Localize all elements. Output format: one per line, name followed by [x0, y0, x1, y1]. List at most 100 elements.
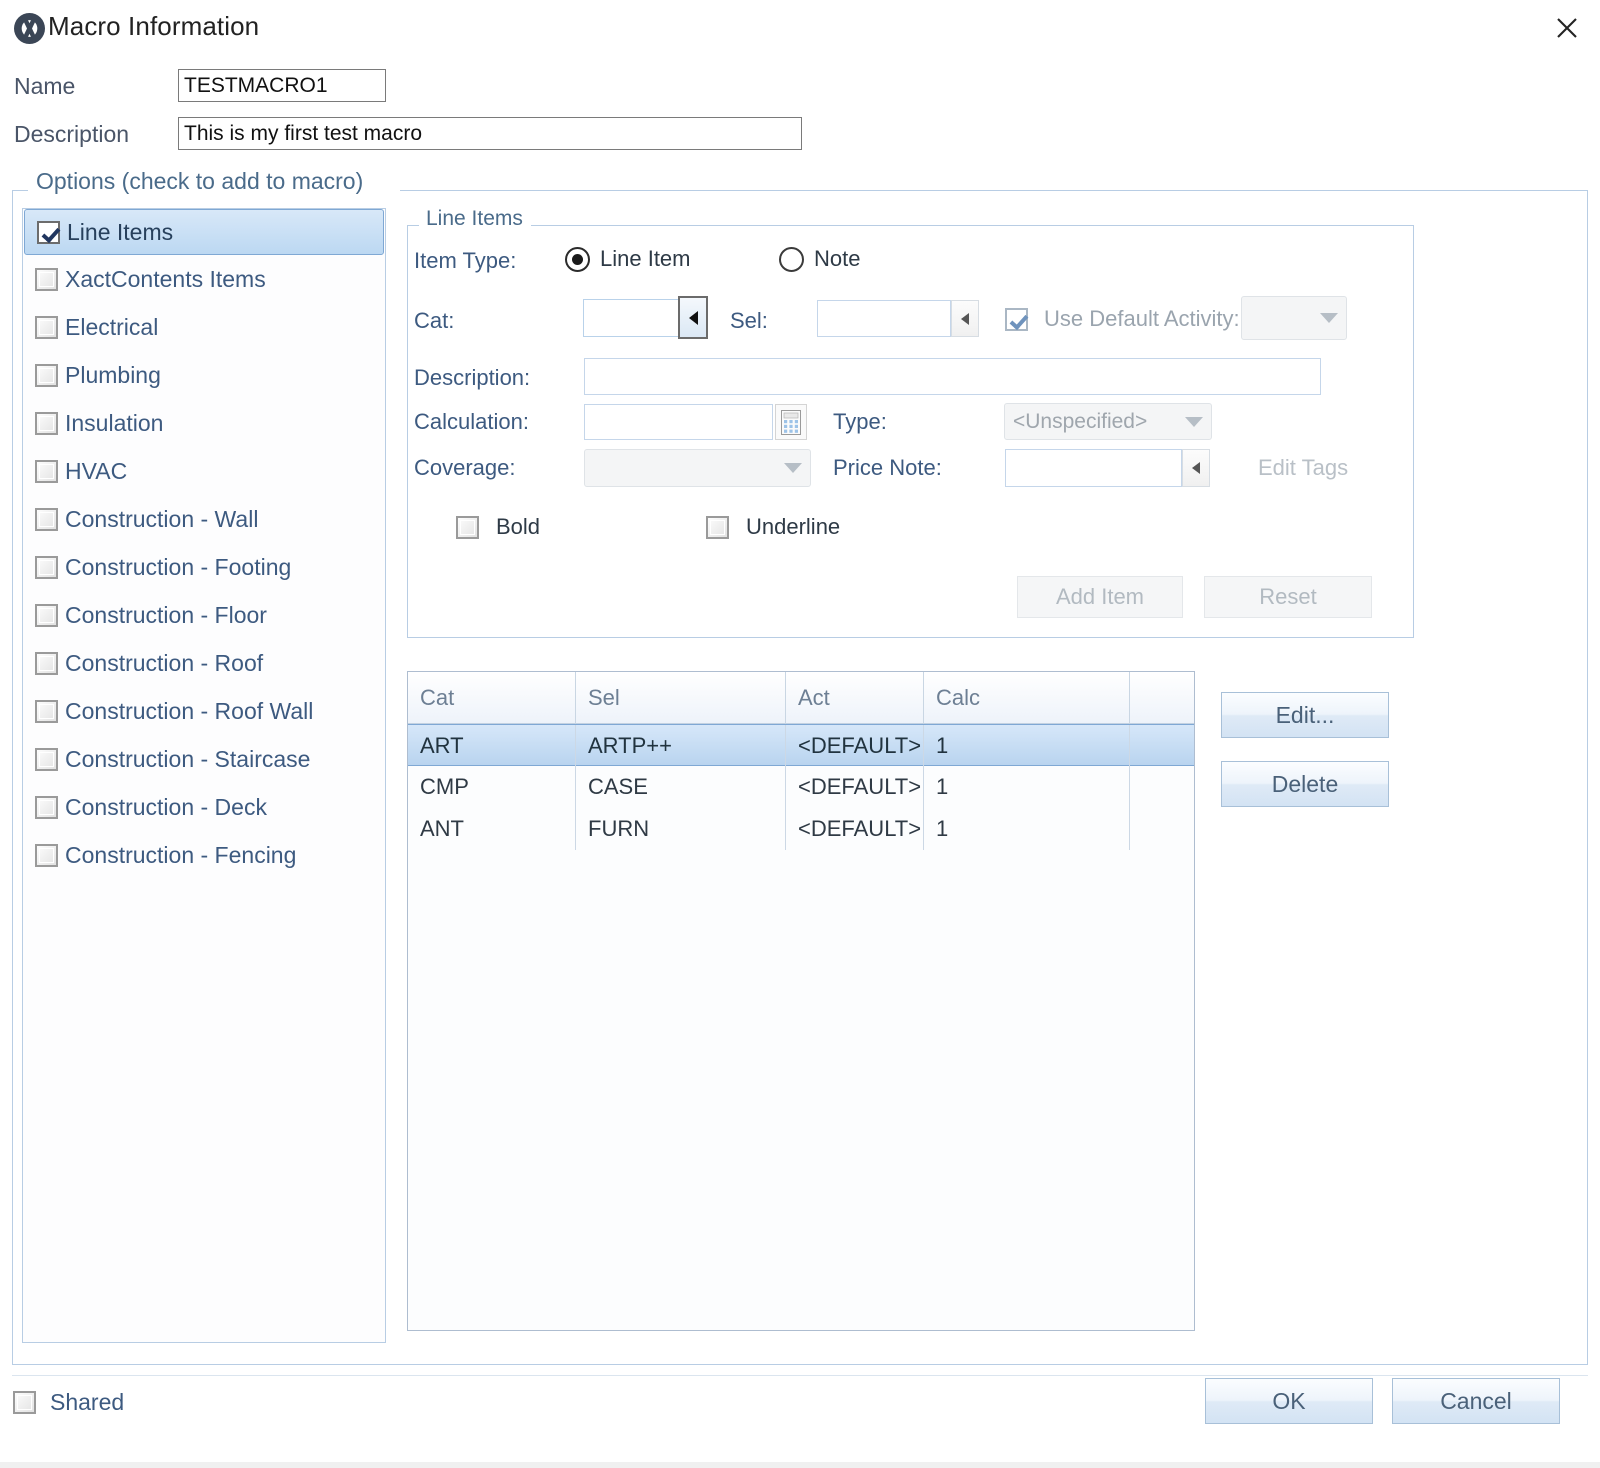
table-row[interactable]: ART ARTP++ <DEFAULT> 1	[408, 724, 1194, 767]
options-checkbox-list[interactable]: Line Items XactContents Items Electrical…	[22, 208, 386, 1343]
add-item-button[interactable]: Add Item	[1017, 576, 1183, 618]
option-row-construction-roof-wall[interactable]: Construction - Roof Wall	[23, 687, 385, 735]
ok-button[interactable]: OK	[1205, 1378, 1373, 1424]
grid-column-header-extra[interactable]	[1130, 672, 1194, 724]
checkbox-icon[interactable]	[35, 411, 58, 435]
grid-column-header-cat[interactable]: Cat	[408, 672, 576, 724]
shared-label: Shared	[50, 1389, 125, 1415]
checkbox-icon[interactable]	[1005, 307, 1028, 331]
radio-note-label: Note	[814, 246, 861, 271]
radio-line-item-label: Line Item	[600, 246, 691, 271]
bottom-strip	[0, 1462, 1600, 1468]
calculation-input[interactable]	[584, 404, 773, 440]
cat-dropdown-button[interactable]	[678, 296, 708, 339]
description-input[interactable]	[178, 117, 802, 150]
underline-checkbox[interactable]: Underline	[706, 514, 840, 540]
option-row-electrical[interactable]: Electrical	[23, 303, 385, 351]
option-label: Line Items	[67, 218, 174, 245]
option-row-construction-fencing[interactable]: Construction - Fencing	[23, 831, 385, 879]
delete-button[interactable]: Delete	[1221, 761, 1389, 807]
cell-calc: 1	[924, 808, 1130, 850]
option-row-hvac[interactable]: HVAC	[23, 447, 385, 495]
checkbox-icon[interactable]	[35, 459, 58, 483]
close-icon[interactable]	[1534, 0, 1600, 56]
xactimate-x-icon	[14, 13, 45, 44]
triangle-left-icon	[1192, 462, 1200, 474]
bold-checkbox[interactable]: Bold	[456, 514, 540, 540]
grid-column-header-sel[interactable]: Sel	[576, 672, 786, 724]
checkbox-icon[interactable]	[35, 363, 58, 387]
name-label: Name	[14, 73, 76, 99]
checkbox-icon[interactable]	[37, 220, 60, 244]
table-row[interactable]: CMP CASE <DEFAULT> 1	[408, 766, 1194, 808]
chevron-down-icon	[1320, 313, 1338, 323]
type-label: Type:	[833, 409, 887, 434]
coverage-combobox[interactable]	[584, 449, 811, 487]
checkbox-icon[interactable]	[13, 1391, 36, 1414]
sel-dropdown-button[interactable]	[951, 300, 979, 337]
option-row-plumbing[interactable]: Plumbing	[23, 351, 385, 399]
li-description-label: Description:	[414, 365, 531, 390]
window-title: Macro Information	[48, 11, 260, 41]
option-row-insulation[interactable]: Insulation	[23, 399, 385, 447]
line-items-border-right	[531, 225, 1414, 226]
cell-sel: FURN	[576, 808, 786, 850]
price-note-dropdown-button[interactable]	[1182, 449, 1210, 487]
cancel-button-label: Cancel	[1440, 1387, 1512, 1414]
checkbox-icon[interactable]	[35, 315, 58, 339]
price-note-input[interactable]	[1005, 449, 1182, 487]
reset-button[interactable]: Reset	[1204, 576, 1372, 618]
type-combobox[interactable]: <Unspecified>	[1004, 403, 1212, 440]
option-label: Construction - Wall	[65, 505, 259, 532]
cell-cat: ART	[408, 725, 576, 767]
option-row-construction-deck[interactable]: Construction - Deck	[23, 783, 385, 831]
calculator-icon[interactable]	[775, 404, 807, 440]
cell-extra	[1130, 766, 1194, 808]
checkbox-icon[interactable]	[456, 515, 479, 539]
checkbox-icon[interactable]	[35, 651, 58, 675]
li-description-input[interactable]	[584, 358, 1321, 395]
grid-column-header-calc[interactable]: Calc	[924, 672, 1130, 724]
activity-combobox[interactable]	[1241, 296, 1347, 340]
line-items-grid[interactable]: Cat Sel Act Calc ART ARTP++ <DEFAULT> 1 …	[407, 671, 1195, 1331]
option-row-construction-footing[interactable]: Construction - Footing	[23, 543, 385, 591]
option-row-construction-wall[interactable]: Construction - Wall	[23, 495, 385, 543]
use-default-activity-checkbox[interactable]: Use Default Activity:	[1005, 306, 1240, 332]
option-row-construction-staircase[interactable]: Construction - Staircase	[23, 735, 385, 783]
checkbox-icon[interactable]	[35, 795, 58, 819]
option-label: Construction - Staircase	[65, 745, 311, 772]
table-row[interactable]: ANT FURN <DEFAULT> 1	[408, 808, 1194, 850]
cancel-button[interactable]: Cancel	[1392, 1378, 1560, 1424]
checkbox-icon[interactable]	[35, 267, 58, 291]
cat-input[interactable]	[583, 299, 679, 337]
checkbox-icon[interactable]	[35, 699, 58, 723]
edit-button[interactable]: Edit...	[1221, 692, 1389, 738]
radio-note-icon[interactable]	[779, 246, 804, 272]
radio-line-item-icon[interactable]	[565, 246, 590, 272]
option-row-xactcontents-items[interactable]: XactContents Items	[23, 255, 385, 303]
checkbox-icon[interactable]	[35, 747, 58, 771]
radio-line-item[interactable]: Line Item	[565, 246, 691, 272]
price-note-label: Price Note:	[833, 455, 942, 480]
options-group-border-right	[400, 190, 1588, 191]
cell-calc: 1	[924, 766, 1130, 808]
checkbox-icon[interactable]	[706, 515, 729, 539]
checkbox-icon[interactable]	[35, 603, 58, 627]
checkbox-icon[interactable]	[35, 507, 58, 531]
cell-sel: ARTP++	[576, 725, 786, 767]
option-row-construction-roof[interactable]: Construction - Roof	[23, 639, 385, 687]
grid-column-header-act[interactable]: Act	[786, 672, 924, 724]
description-label: Description	[14, 121, 130, 147]
radio-note[interactable]: Note	[779, 246, 860, 272]
edit-tags-button[interactable]: Edit Tags	[1258, 455, 1348, 481]
option-row-line-items[interactable]: Line Items	[24, 209, 384, 255]
option-label: Insulation	[65, 409, 164, 436]
sel-input[interactable]	[817, 300, 951, 337]
shared-checkbox[interactable]: Shared	[13, 1389, 124, 1416]
option-row-construction-floor[interactable]: Construction - Floor	[23, 591, 385, 639]
title-bar: Macro Information	[0, 0, 1600, 56]
checkbox-icon[interactable]	[35, 555, 58, 579]
checkbox-icon[interactable]	[35, 843, 58, 867]
macro-information-dialog: Macro Information Name Description Optio…	[0, 0, 1600, 1468]
name-input[interactable]	[178, 69, 386, 102]
